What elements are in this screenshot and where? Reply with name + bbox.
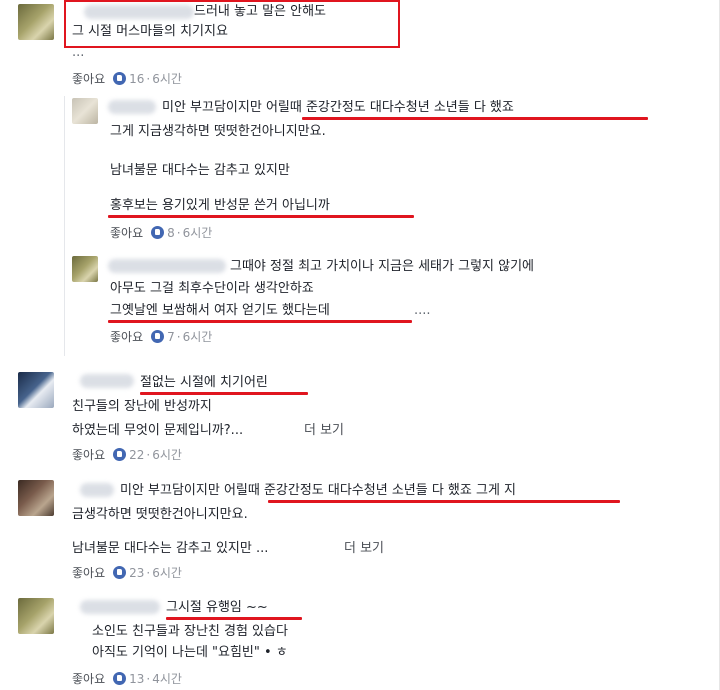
comment-text-line: 홍후보는 용기있게 반성문 쓴거 아닙니까 — [110, 198, 330, 213]
like-count[interactable]: 22 — [129, 448, 144, 462]
comment-meta: 좋아요 8 · 6시간 — [110, 226, 213, 240]
avatar[interactable] — [72, 98, 98, 124]
comment-text-line: 남녀불문 대다수는 감추고 있지만 ... — [72, 541, 269, 556]
comment-meta: 좋아요 22 · 6시간 — [72, 448, 182, 462]
comment-text-line: 미안 부끄담이지만 어릴때 준강간정도 대다수청년 소년들 다 했죠 — [162, 100, 514, 115]
like-count[interactable]: 13 — [129, 672, 144, 686]
like-count[interactable]: 8 — [167, 226, 175, 240]
highlight-underline — [108, 320, 412, 323]
comment-text-line: 그시절 유행임 ~~ — [166, 600, 268, 615]
highlight-underline — [108, 215, 414, 218]
blurred-author-name — [108, 259, 226, 273]
comment-text-line: 하였는데 무엇이 문제입니까?... — [72, 423, 244, 438]
like-count[interactable]: 23 — [129, 566, 144, 580]
comment-text-line: 절없는 시절에 치기어린 — [140, 375, 268, 390]
thumbs-up-icon — [113, 566, 127, 579]
timestamp[interactable]: 6시간 — [183, 226, 213, 240]
blurred-author-name — [108, 100, 156, 114]
like-count[interactable]: 16 — [129, 72, 144, 86]
highlight-underline — [302, 117, 648, 120]
comment-meta: 좋아요 23 · 6시간 — [72, 566, 182, 580]
comment-text-line: 미안 부끄담이지만 어릴때 준강간정도 대다수청년 소년들 다 했죠 그게 지 — [120, 483, 516, 498]
highlight-underline — [166, 617, 302, 620]
avatar[interactable] — [18, 372, 54, 408]
like-button[interactable]: 좋아요 — [72, 448, 105, 462]
blurred-author-name — [80, 483, 114, 497]
comment-text-line: 금생각하면 떳떳한건아니지만요. — [72, 507, 248, 522]
thumbs-up-icon — [113, 72, 127, 85]
timestamp[interactable]: 6시간 — [152, 566, 182, 580]
see-more-link[interactable]: 더 보기 — [344, 541, 384, 557]
highlight-underline — [268, 500, 620, 503]
like-button[interactable]: 좋아요 — [110, 330, 143, 344]
highlight-underline — [140, 392, 308, 395]
highlight-box — [64, 0, 400, 48]
comment-text-line: .... — [414, 303, 431, 318]
like-button[interactable]: 좋아요 — [72, 672, 105, 686]
like-count[interactable]: 7 — [167, 330, 175, 344]
timestamp[interactable]: 6시간 — [152, 72, 182, 86]
blurred-author-name — [80, 374, 134, 388]
comment-text-line: 소인도 친구들과 장난친 경험 있습다 — [92, 624, 288, 639]
timestamp[interactable]: 4시간 — [152, 672, 182, 686]
avatar[interactable] — [18, 598, 54, 634]
timestamp[interactable]: 6시간 — [183, 330, 213, 344]
comment-text-line: 남녀불문 대다수는 감추고 있지만 — [110, 163, 290, 178]
comment-text-line: 아직도 기억이 나는데 "요힘빈" • ㅎ — [92, 645, 288, 660]
thumbs-up-icon — [151, 226, 165, 239]
like-button[interactable]: 좋아요 — [110, 226, 143, 240]
like-button[interactable]: 좋아요 — [72, 72, 105, 86]
avatar[interactable] — [72, 256, 98, 282]
comment-text-line: 그옛날엔 보쌈해서 여자 얻기도 했다는데 — [110, 303, 330, 318]
comment-text-line: 그때야 정절 최고 가치이나 지금은 세태가 그렇지 않기에 — [230, 259, 535, 274]
thumbs-up-icon — [113, 448, 127, 461]
like-button[interactable]: 좋아요 — [72, 566, 105, 580]
comment-meta: 좋아요 7 · 6시간 — [110, 330, 213, 344]
comment-text-line: 아무도 그걸 최후수단이라 생각안하죠 — [110, 281, 314, 296]
thumbs-up-icon — [151, 330, 165, 343]
avatar[interactable] — [18, 480, 54, 516]
comment-meta: 좋아요 16 · 6시간 — [72, 72, 182, 86]
avatar[interactable] — [18, 4, 54, 40]
comment-text-line: 그게 지금생각하면 떳떳한건아니지만요. — [110, 124, 326, 139]
blurred-author-name — [80, 600, 160, 614]
timestamp[interactable]: 6시간 — [152, 448, 182, 462]
comment-meta: 좋아요 13 · 4시간 — [72, 672, 182, 686]
comment-text-line: 친구들의 장난에 반성까지 — [72, 399, 212, 414]
reply-thread-line — [64, 96, 65, 356]
thumbs-up-icon — [113, 672, 127, 685]
see-more-link[interactable]: 더 보기 — [304, 423, 344, 439]
